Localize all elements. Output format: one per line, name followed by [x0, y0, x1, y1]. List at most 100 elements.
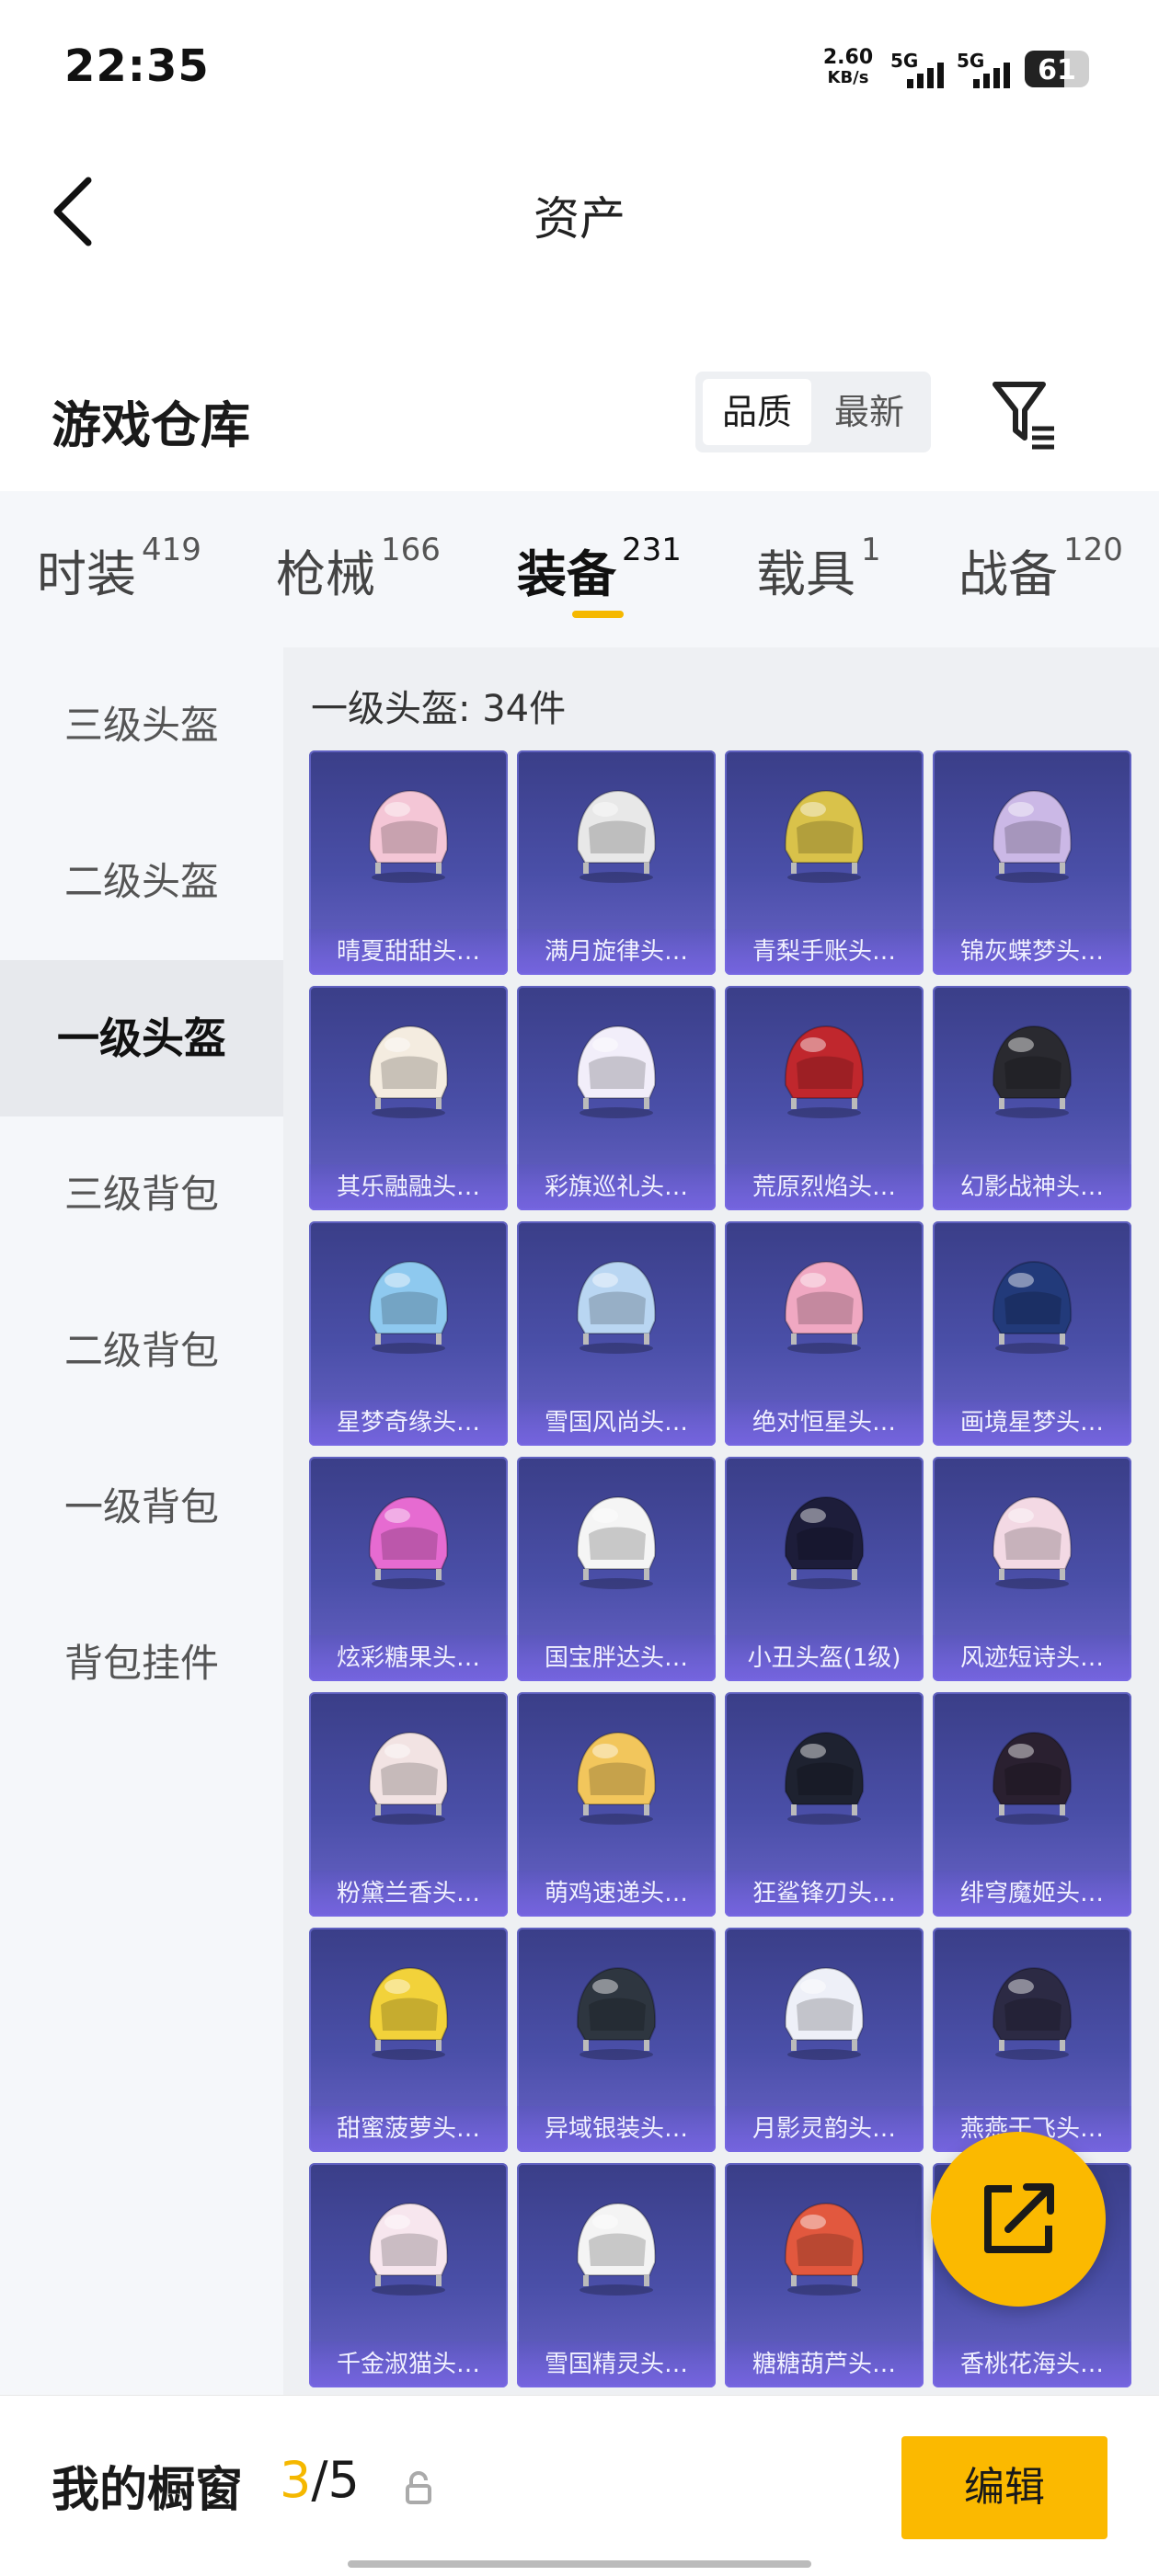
sidebar-item-level3-backpack[interactable]: 三级背包 [0, 1116, 283, 1273]
page-title: 资产 [534, 192, 625, 246]
helmet-icon [784, 789, 865, 883]
helmet-icon [576, 789, 657, 883]
helmet-icon [992, 1260, 1073, 1354]
showcase-bar: 我的橱窗 3/5 编辑 [0, 2395, 1159, 2576]
tab-firearms[interactable]: 枪械 166 [276, 532, 441, 616]
item-card[interactable]: 炫彩糖果头… [309, 1457, 508, 1681]
lock-icon [406, 2471, 431, 2504]
helmet-icon [784, 1025, 865, 1118]
item-name: 香桃花海头… [933, 2341, 1131, 2387]
item-card[interactable]: 晴夏甜甜头… [309, 750, 508, 975]
item-name: 绯穹魔姬头… [933, 1871, 1131, 1917]
item-card[interactable]: 粉黛兰香头… [309, 1692, 508, 1917]
item-card[interactable]: 雪国精灵头… [517, 2163, 716, 2387]
item-card[interactable]: 星梦奇缘头… [309, 1221, 508, 1446]
battery-icon: 61 [1025, 51, 1089, 87]
sort-quality-option[interactable]: 品质 [703, 379, 811, 445]
helmet-icon [784, 1966, 865, 2060]
item-card[interactable]: 异域银装头… [517, 1928, 716, 2152]
helmet-icon [368, 2202, 449, 2296]
item-card[interactable]: 荒原烈焰头… [725, 986, 924, 1210]
helmet-icon [576, 1495, 657, 1589]
item-card[interactable]: 风迹短诗头… [933, 1457, 1131, 1681]
item-name: 晴夏甜甜头… [309, 929, 508, 975]
item-card[interactable]: 千金淑猫头… [309, 2163, 508, 2387]
item-card[interactable]: 彩旗巡礼头… [517, 986, 716, 1210]
helmet-icon [368, 1495, 449, 1589]
item-name: 糖糖葫芦头… [725, 2341, 924, 2387]
item-name: 彩旗巡礼头… [517, 1164, 716, 1210]
item-name: 国宝胖达头… [517, 1635, 716, 1681]
item-name: 粉黛兰香头… [309, 1871, 508, 1917]
item-name: 其乐融融头… [309, 1164, 508, 1210]
item-card[interactable]: 糖糖葫芦头… [725, 2163, 924, 2387]
helmet-icon [576, 2202, 657, 2296]
filter-button[interactable] [990, 377, 1060, 451]
item-count-label: 一级头盔: 34件 [311, 688, 567, 730]
sidebar-item-level2-helmet[interactable]: 二级头盔 [0, 804, 283, 960]
item-card[interactable]: 其乐融融头… [309, 986, 508, 1210]
item-card[interactable]: 满月旋律头… [517, 750, 716, 975]
item-name: 荒原烈焰头… [725, 1164, 924, 1210]
helmet-icon [368, 1966, 449, 2060]
home-indicator[interactable] [348, 2560, 811, 2568]
item-name: 青梨手账头… [725, 929, 924, 975]
tab-vehicles[interactable]: 载具 1 [756, 532, 881, 616]
item-card[interactable]: 狂鲨锋刃头… [725, 1692, 924, 1917]
item-name: 狂鲨锋刃头… [725, 1871, 924, 1917]
item-name: 炫彩糖果头… [309, 1635, 508, 1681]
helmet-icon [368, 1025, 449, 1118]
helmet-icon [992, 1495, 1073, 1589]
sort-latest-option[interactable]: 最新 [815, 379, 924, 445]
helmet-icon [784, 1731, 865, 1825]
sidebar-item-level1-backpack[interactable]: 一级背包 [0, 1429, 283, 1586]
helmet-icon [784, 1260, 865, 1354]
item-card[interactable]: 月影灵韵头… [725, 1928, 924, 2152]
item-name: 萌鸡速递头… [517, 1871, 716, 1917]
category-tabs: 时装 419 枪械 166 装备 231 载具 1 战备 120 [0, 491, 1159, 647]
item-name: 锦灰蝶梦头… [933, 929, 1131, 975]
item-name: 雪国风尚头… [517, 1400, 716, 1446]
item-card[interactable]: 国宝胖达头… [517, 1457, 716, 1681]
item-card[interactable]: 青梨手账头… [725, 750, 924, 975]
share-icon [984, 2183, 1054, 2253]
item-card[interactable]: 雪国风尚头… [517, 1221, 716, 1446]
helmet-icon [576, 1260, 657, 1354]
share-button[interactable] [931, 2132, 1106, 2307]
item-name: 月影灵韵头… [725, 2106, 924, 2152]
item-name: 千金淑猫头… [309, 2341, 508, 2387]
item-card[interactable]: 锦灰蝶梦头… [933, 750, 1131, 975]
helmet-icon [784, 1495, 865, 1589]
clock: 22:35 [64, 40, 210, 92]
active-tab-indicator [572, 611, 624, 618]
tab-fashion[interactable]: 时装 419 [37, 532, 201, 616]
item-card[interactable]: 小丑头盔(1级) [725, 1457, 924, 1681]
sidebar-item-level1-helmet[interactable]: 一级头盔 [0, 960, 283, 1116]
item-name: 星梦奇缘头… [309, 1400, 508, 1446]
item-name: 异域银装头… [517, 2106, 716, 2152]
helmet-icon [992, 1966, 1073, 2060]
helmet-icon [992, 1731, 1073, 1825]
showcase-count: 3/5 [280, 2451, 360, 2509]
network-speed: 2.60 KB/s [822, 46, 874, 88]
item-card[interactable]: 萌鸡速递头… [517, 1692, 716, 1917]
sidebar-item-level3-helmet[interactable]: 三级头盔 [0, 647, 283, 804]
tab-supplies[interactable]: 战备 120 [958, 532, 1123, 616]
item-name: 小丑头盔(1级) [725, 1635, 924, 1681]
helmet-icon [992, 789, 1073, 883]
item-card[interactable]: 甜蜜菠萝头… [309, 1928, 508, 2152]
item-card[interactable]: 燕燕于飞头… [933, 1928, 1131, 2152]
item-card[interactable]: 画境星梦头… [933, 1221, 1131, 1446]
edit-button[interactable]: 编辑 [901, 2436, 1107, 2539]
sidebar-item-level2-backpack[interactable]: 二级背包 [0, 1273, 283, 1429]
status-bar: 22:35 2.60 KB/s 5G 5G 61 [0, 0, 1159, 138]
item-card[interactable]: 幻影战神头… [933, 986, 1131, 1210]
helmet-icon [576, 1731, 657, 1825]
sidebar-item-backpack-pendant[interactable]: 背包挂件 [0, 1586, 283, 1742]
helmet-icon [368, 789, 449, 883]
tab-equipment[interactable]: 装备 231 [517, 532, 682, 616]
item-card[interactable]: 绝对恒星头… [725, 1221, 924, 1446]
item-card[interactable]: 绯穹魔姬头… [933, 1692, 1131, 1917]
helmet-icon [368, 1731, 449, 1825]
sort-toggle: 品质 最新 [695, 372, 931, 452]
